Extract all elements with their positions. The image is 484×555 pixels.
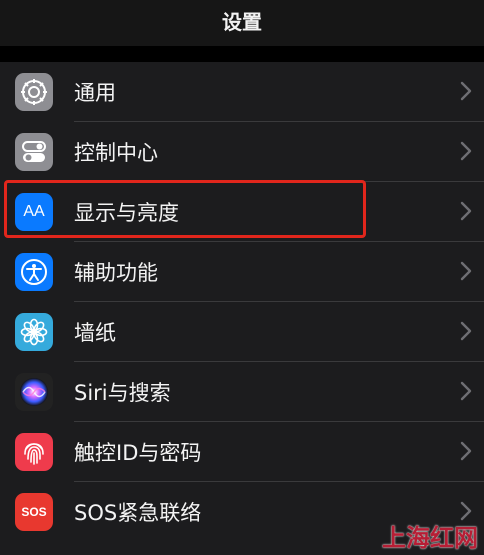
chevron-right-icon bbox=[460, 381, 472, 401]
chevron-right-icon bbox=[460, 141, 472, 161]
page-title: 设置 bbox=[222, 10, 262, 34]
settings-item-touch-id-passcode[interactable]: 触控ID与密码 bbox=[0, 422, 484, 482]
settings-item-label: 通用 bbox=[74, 81, 116, 105]
chevron-right-icon bbox=[460, 261, 472, 281]
settings-item-label: SOS紧急联络 bbox=[74, 501, 202, 525]
sos-icon: SOS bbox=[15, 493, 53, 531]
chevron-right-icon bbox=[460, 321, 472, 341]
settings-item-control-center[interactable]: 控制中心 bbox=[0, 122, 484, 182]
toggles-icon bbox=[15, 133, 53, 171]
watermark: 上海红网 bbox=[382, 523, 478, 552]
fingerprint-icon bbox=[15, 433, 53, 471]
flower-icon bbox=[15, 313, 53, 351]
settings-item-siri-search[interactable]: Siri与搜索 bbox=[0, 362, 484, 422]
settings-item-label: Siri与搜索 bbox=[74, 381, 171, 405]
settings-item-label: 触控ID与密码 bbox=[74, 441, 202, 465]
settings-item-label: 墙纸 bbox=[74, 321, 116, 345]
section-gap bbox=[0, 46, 484, 62]
navigation-bar: 设置 bbox=[0, 0, 484, 46]
settings-item-label: 辅助功能 bbox=[74, 261, 158, 285]
siri-icon bbox=[15, 373, 53, 411]
chevron-right-icon bbox=[460, 441, 472, 461]
settings-item-accessibility[interactable]: 辅助功能 bbox=[0, 242, 484, 302]
highlight-box bbox=[4, 180, 366, 238]
chevron-right-icon bbox=[460, 201, 472, 221]
settings-item-label: 控制中心 bbox=[74, 141, 158, 165]
accessibility-icon bbox=[15, 253, 53, 291]
settings-item-wallpaper[interactable]: 墙纸 bbox=[0, 302, 484, 362]
chevron-right-icon bbox=[460, 81, 472, 101]
settings-item-general[interactable]: 通用 bbox=[0, 62, 484, 122]
gear-icon bbox=[15, 73, 53, 111]
